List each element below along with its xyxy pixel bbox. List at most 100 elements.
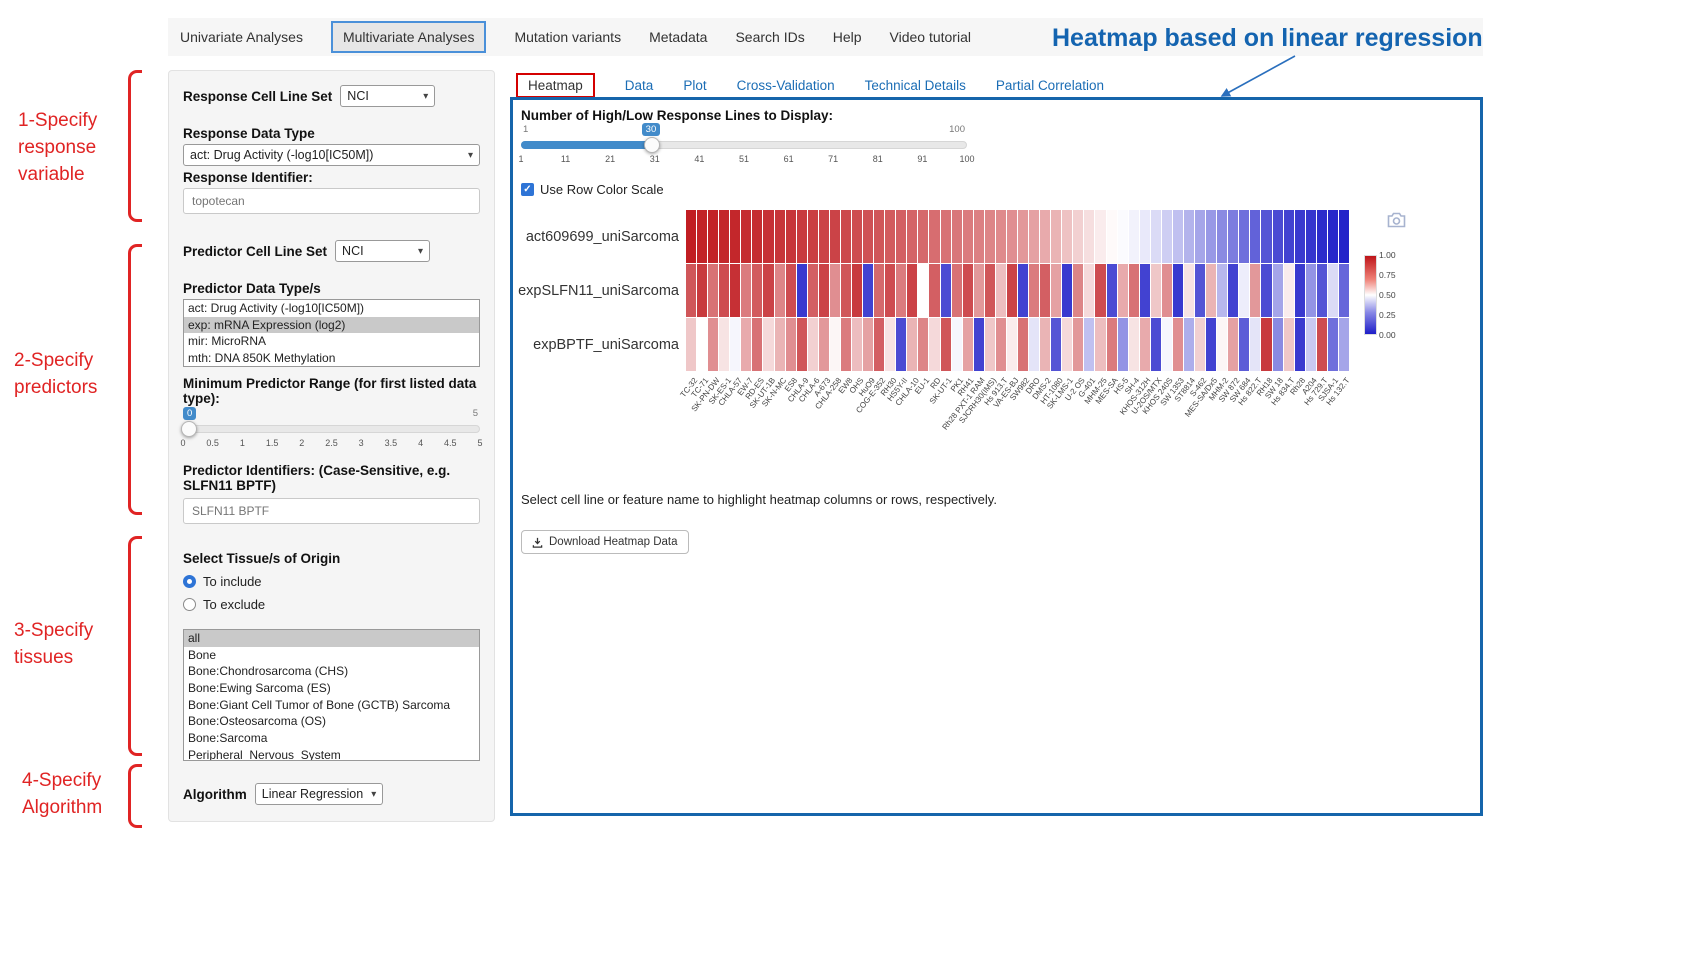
heatmap-cell (1118, 264, 1128, 317)
heatmap-cell (719, 318, 729, 371)
heatmap-col-labels: TC-32TC-71SK-PN-DWSK-ES-1CHLA-57EW-7RD-E… (686, 374, 1349, 456)
heatmap-row-label[interactable]: expBPTF_uniSarcoma (533, 337, 679, 353)
heatmap-cell (830, 318, 840, 371)
heatmap-cell (1184, 210, 1194, 263)
heatmap-cell (1118, 318, 1128, 371)
heatmap-cell (1217, 210, 1227, 263)
tissue-option[interactable]: Bone:Osteosarcoma (OS) (184, 713, 479, 730)
tissue-option[interactable]: Bone (184, 647, 479, 664)
heatmap-colorbar-ticks: 1.000.750.500.250.00 (1379, 255, 1413, 335)
heatmap-cell (1084, 318, 1094, 371)
predictor-data-type-option[interactable]: mir: MicroRNA (184, 333, 479, 350)
response-cell-line-set-label: Response Cell Line Set (183, 89, 332, 104)
heatmap-row-label[interactable]: act609699_uniSarcoma (526, 229, 679, 245)
predictor-data-types-listbox[interactable]: act: Drug Activity (-log10[IC50M])exp: m… (183, 299, 480, 367)
heatmap-cell (963, 264, 973, 317)
heatmap-cell (885, 318, 895, 371)
heatmap-cell (719, 210, 729, 263)
response-cell-line-set-select[interactable]: NCI ▾ (340, 85, 435, 107)
nav-item-help[interactable]: Help (833, 29, 862, 45)
heatmap-cell (819, 210, 829, 263)
slider-handle[interactable] (644, 137, 660, 153)
tissue-option[interactable]: Bone:Chondrosarcoma (CHS) (184, 663, 479, 680)
tab-technical-details[interactable]: Technical Details (865, 78, 966, 93)
tissue-option[interactable]: Bone:Ewing Sarcoma (ES) (184, 680, 479, 697)
tissue-exclude-radio[interactable]: To exclude (183, 597, 480, 612)
camera-icon[interactable] (1387, 212, 1406, 228)
heatmap-cell (1339, 210, 1349, 263)
heatmap-cell (730, 264, 740, 317)
response-data-type-select[interactable]: act: Drug Activity (-log10[IC50M]) ▾ (183, 144, 480, 166)
heatmap-cell (1228, 210, 1238, 263)
tab-plot[interactable]: Plot (683, 78, 706, 93)
predictor-data-type-option[interactable]: mth: DNA 850K Methylation (184, 350, 479, 367)
heatmap-cell (1328, 264, 1338, 317)
heatmap-cell (1206, 264, 1216, 317)
heatmap-cell (1151, 318, 1161, 371)
lines-slider-max-label: 100 (949, 124, 965, 135)
slider-track[interactable] (183, 425, 480, 433)
heatmap-cell (819, 264, 829, 317)
nav-item-metadata[interactable]: Metadata (649, 29, 707, 45)
slider-tick-label: 71 (828, 154, 838, 164)
heatmap-grid[interactable] (686, 210, 1349, 371)
heatmap-cell (1339, 318, 1349, 371)
predictor-data-type-option[interactable]: act: Drug Activity (-log10[IC50M]) (184, 300, 479, 317)
heatmap-cell (1184, 264, 1194, 317)
heatmap-cell (752, 318, 762, 371)
tab-data[interactable]: Data (625, 78, 654, 93)
heatmap-cell (1062, 264, 1072, 317)
nav-item-multivariate-analyses[interactable]: Multivariate Analyses (331, 21, 487, 53)
slider-tick-label: 0 (180, 438, 185, 448)
lines-slider[interactable]: 1 100 30 1112131415161718191100 (521, 124, 967, 178)
heatmap-row-label[interactable]: expSLFN11_uniSarcoma (518, 283, 679, 299)
heatmap-hint-text: Select cell line or feature name to high… (521, 492, 997, 507)
heatmap-cell (896, 264, 906, 317)
heatmap-cell (907, 318, 917, 371)
predictor-cell-line-set-select[interactable]: NCI ▾ (335, 240, 430, 262)
tissues-listbox[interactable]: allBoneBone:Chondrosarcoma (CHS)Bone:Ewi… (183, 629, 480, 761)
lines-slider-label: Number of High/Low Response Lines to Dis… (521, 108, 833, 123)
tissue-include-radio[interactable]: To include (183, 574, 480, 589)
heatmap-cell (1162, 318, 1172, 371)
checkbox-checked-icon[interactable]: ✓ (521, 183, 534, 196)
min-predictor-range-slider[interactable]: 0 5 00.511.522.533.544.55 (183, 408, 480, 454)
nav-item-univariate-analyses[interactable]: Univariate Analyses (180, 29, 303, 45)
heatmap-cell (697, 210, 707, 263)
annotation-bracket-4 (128, 764, 142, 828)
heatmap-cell (1228, 264, 1238, 317)
slider-tick-label: 61 (784, 154, 794, 164)
heatmap-cell (1095, 264, 1105, 317)
heatmap-cell (697, 318, 707, 371)
response-identifier-input[interactable] (183, 188, 480, 214)
tissue-option[interactable]: all (184, 630, 479, 647)
predictor-identifiers-input[interactable] (183, 498, 480, 524)
tissue-option[interactable]: Bone:Sarcoma (184, 730, 479, 747)
heatmap-cell (1084, 264, 1094, 317)
heatmap-cell (1107, 318, 1117, 371)
colorbar-tick-label: 0.50 (1379, 290, 1396, 300)
algorithm-select[interactable]: Linear Regression ▾ (255, 783, 383, 805)
download-heatmap-data-button[interactable]: Download Heatmap Data (521, 530, 689, 554)
nav-item-video-tutorial[interactable]: Video tutorial (890, 29, 971, 45)
tissue-option[interactable]: Peripheral_Nervous_System (184, 747, 479, 761)
slider-tick-label: 1 (518, 154, 523, 164)
row-color-scale-checkbox-row[interactable]: ✓ Use Row Color Scale (521, 182, 664, 197)
heatmap-cell (1029, 264, 1039, 317)
heatmap-cell (1107, 210, 1117, 263)
heatmap-cell (1217, 264, 1227, 317)
tab-partial-correlation[interactable]: Partial Correlation (996, 78, 1104, 93)
tab-cross-validation[interactable]: Cross-Validation (737, 78, 835, 93)
predictor-data-type-option[interactable]: exp: mRNA Expression (log2) (184, 317, 479, 334)
heatmap-cell (1151, 264, 1161, 317)
slider-tick-label: 91 (917, 154, 927, 164)
slider-handle[interactable] (181, 421, 197, 437)
tab-heatmap[interactable]: Heatmap (516, 73, 595, 98)
heatmap-cell (907, 210, 917, 263)
heatmap-cell (1018, 210, 1028, 263)
nav-item-search-ids[interactable]: Search IDs (735, 29, 804, 45)
heatmap-cell (874, 264, 884, 317)
annotation-step1: 1-Specify response variable (18, 108, 126, 189)
nav-item-mutation-variants[interactable]: Mutation variants (514, 29, 621, 45)
tissue-option[interactable]: Bone:Giant Cell Tumor of Bone (GCTB) Sar… (184, 697, 479, 714)
